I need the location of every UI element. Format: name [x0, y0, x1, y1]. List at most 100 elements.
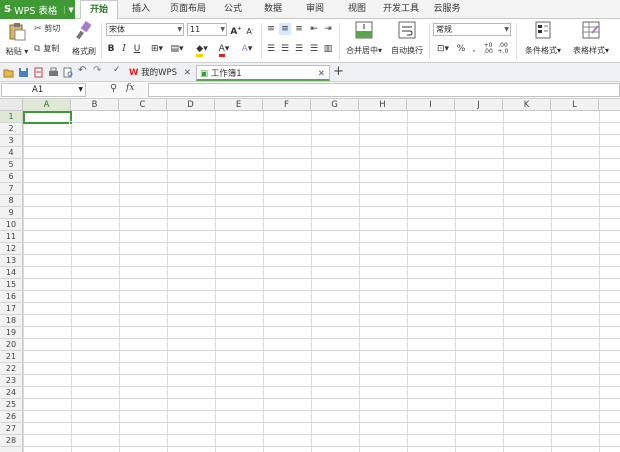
decrease-font-button[interactable]: A- [244, 23, 256, 38]
align-left-button[interactable]: ☰ [265, 43, 277, 55]
row-header[interactable]: 11 [0, 231, 22, 243]
column-header[interactable]: J [455, 99, 503, 111]
row-header[interactable]: 15 [0, 279, 22, 291]
tab-cloud-service[interactable]: 云服务 [428, 0, 466, 19]
font-color-button[interactable]: A▾ [214, 43, 234, 57]
tab-page-layout[interactable]: 页面布局 [162, 0, 214, 19]
italic-button[interactable]: I [119, 43, 129, 55]
align-top-button[interactable]: ≡ [265, 23, 277, 35]
tab-insert[interactable]: 插入 [122, 0, 160, 19]
new-tab-plus-icon[interactable]: + [333, 65, 344, 81]
row-header[interactable]: 28 [0, 435, 22, 447]
row-header[interactable]: 21 [0, 351, 22, 363]
underline-button[interactable]: U [132, 43, 142, 55]
percent-button[interactable]: % [456, 43, 466, 55]
row-header[interactable]: 7 [0, 183, 22, 195]
column-header[interactable]: C [119, 99, 167, 111]
clear-format-button[interactable]: A▾ [237, 43, 257, 55]
row-header[interactable]: 5 [0, 159, 22, 171]
column-header[interactable]: A [23, 99, 71, 111]
increase-decimal-button[interactable]: +0.00 [482, 43, 494, 55]
row-header[interactable]: 14 [0, 267, 22, 279]
row-header[interactable]: 24 [0, 387, 22, 399]
row-header[interactable]: 16 [0, 291, 22, 303]
table-style-button[interactable]: 表格样式▾ [568, 21, 614, 56]
row-header[interactable]: 4 [0, 147, 22, 159]
column-header[interactable]: H [359, 99, 407, 111]
tab-formulas[interactable]: 公式 [216, 0, 250, 19]
column-header[interactable]: F [263, 99, 311, 111]
zoom-search-icon[interactable]: ⚲ [110, 83, 117, 94]
row-header[interactable]: 18 [0, 315, 22, 327]
row-header[interactable]: 8 [0, 195, 22, 207]
selected-cell-a1[interactable] [23, 111, 73, 125]
merge-center-button[interactable]: 合并居中▾ [344, 21, 384, 56]
format-painter-button[interactable]: 格式刷 [70, 21, 98, 57]
row-header[interactable]: 12 [0, 243, 22, 255]
insert-function-icon[interactable]: fx [126, 83, 134, 93]
align-center-button[interactable]: ☰ [279, 43, 291, 55]
row-header[interactable]: 10 [0, 219, 22, 231]
row-header[interactable]: 6 [0, 171, 22, 183]
tab-home[interactable]: 开始 [80, 0, 118, 20]
distribute-button[interactable]: ▥ [322, 43, 334, 55]
thousands-button[interactable]: , [470, 43, 478, 55]
row-header[interactable]: 2 [0, 123, 22, 135]
row-header[interactable]: 9 [0, 207, 22, 219]
name-box[interactable]: A1 ▼ [1, 83, 86, 97]
tab-data[interactable]: 数据 [256, 0, 290, 19]
tab-view[interactable]: 视图 [340, 0, 374, 19]
column-header[interactable]: D [167, 99, 215, 111]
font-size-select[interactable]: 11 ▼ [187, 23, 227, 36]
font-name-select[interactable]: 宋体 ▼ [106, 23, 184, 36]
print-icon[interactable] [48, 67, 59, 78]
export-pdf-icon[interactable] [33, 67, 44, 78]
currency-button[interactable]: ⊡▾ [433, 43, 453, 55]
tab-my-wps[interactable]: W 我的WPS ✕ [127, 65, 195, 81]
wrap-text-button[interactable]: 自动换行 [389, 21, 425, 56]
row-header[interactable]: 27 [0, 423, 22, 435]
save-icon[interactable] [18, 67, 29, 78]
row-header[interactable]: 20 [0, 339, 22, 351]
paste-button[interactable]: 粘贴 ▾ [3, 21, 31, 57]
borders-button[interactable]: ⊞▾ [148, 43, 166, 55]
cut-button[interactable]: ✂ 剪切 [34, 23, 60, 34]
customize-quick-access-icon[interactable]: ✓ [113, 65, 124, 76]
print-preview-icon[interactable] [63, 67, 74, 78]
undo-icon[interactable]: ↶ [78, 65, 89, 76]
column-header[interactable]: B [71, 99, 119, 111]
column-header[interactable]: K [503, 99, 551, 111]
redo-icon[interactable]: ↷ [93, 65, 104, 76]
close-icon[interactable]: ✕ [184, 65, 191, 81]
fill-handle[interactable] [69, 121, 73, 125]
fill-color-button[interactable]: ◆▾ [192, 43, 212, 57]
tab-review[interactable]: 审阅 [298, 0, 332, 19]
select-all-corner[interactable] [0, 99, 23, 111]
row-header[interactable]: 1 [0, 111, 22, 123]
row-header[interactable]: 13 [0, 255, 22, 267]
row-header[interactable]: 19 [0, 327, 22, 339]
row-header[interactable]: 22 [0, 363, 22, 375]
merge-style-button[interactable]: ▤▾ [168, 43, 186, 55]
align-bottom-button[interactable]: ≡ [293, 23, 305, 35]
align-right-button[interactable]: ☰ [293, 43, 305, 55]
column-header[interactable]: E [215, 99, 263, 111]
bold-button[interactable]: B [106, 43, 116, 55]
decrease-decimal-button[interactable]: .00 +.0 [497, 43, 509, 55]
indent-increase-button[interactable]: ⇥ [322, 23, 334, 35]
justify-button[interactable]: ☰ [308, 43, 320, 55]
app-menu-button[interactable]: S WPS 表格 ▼ [0, 0, 75, 19]
tab-workbook1[interactable]: ▣ 工作簿1 ✕ [196, 65, 330, 81]
row-header[interactable]: 23 [0, 375, 22, 387]
increase-font-button[interactable]: A+ [230, 23, 242, 38]
align-middle-button[interactable]: ≡ [279, 23, 291, 35]
row-header[interactable]: 3 [0, 135, 22, 147]
indent-decrease-button[interactable]: ⇤ [308, 23, 320, 35]
number-format-select[interactable]: 常规 ▼ [433, 23, 511, 36]
column-header[interactable]: G [311, 99, 359, 111]
conditional-format-button[interactable]: 条件格式▾ [520, 21, 566, 56]
column-header[interactable]: L [551, 99, 599, 111]
open-folder-icon[interactable] [3, 67, 14, 78]
cell-grid[interactable] [0, 99, 620, 452]
row-header[interactable]: 17 [0, 303, 22, 315]
